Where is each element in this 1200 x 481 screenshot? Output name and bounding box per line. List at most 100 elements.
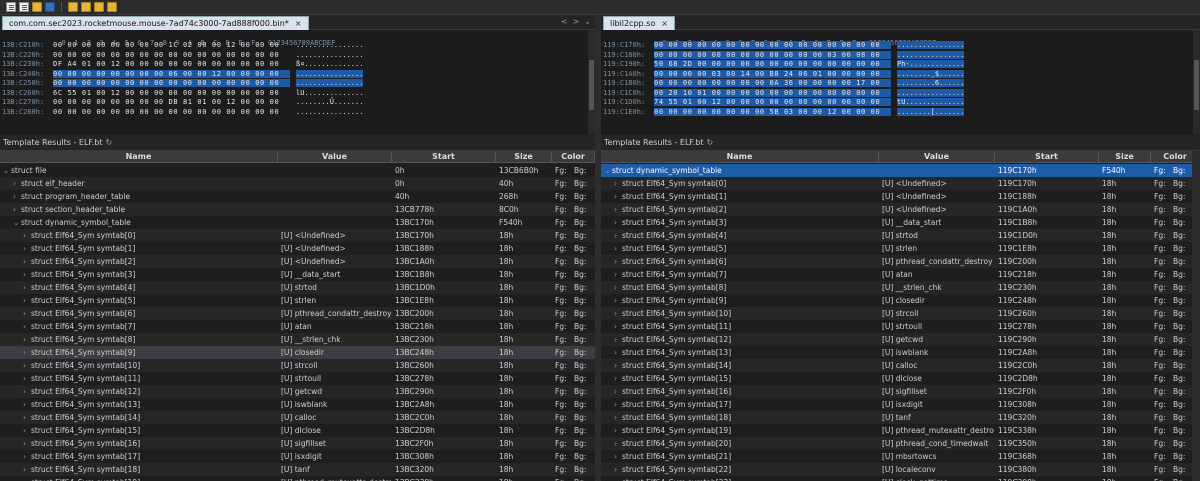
expand-right-icon[interactable]: ›	[13, 177, 21, 190]
tree-row[interactable]: › struct Elf64_Sym symtab[3] [U] __data_st…	[0, 268, 595, 281]
tree-color-bg[interactable]: Bg:	[1173, 281, 1191, 294]
tree-row[interactable]: › struct Elf64_Sym symtab[17] [U] isxdigit…	[0, 450, 595, 463]
hex-row[interactable]: 119:C190h: 50 68 2D 00 00 00 00 00 00 00 …	[601, 60, 1200, 69]
tree-color-bg[interactable]: Bg:	[1173, 424, 1191, 437]
tree-color-bg[interactable]: Bg:	[574, 190, 592, 203]
tree-color-bg[interactable]: Bg:	[574, 320, 592, 333]
tree-color-fg[interactable]: Fg:	[1154, 203, 1172, 216]
tree-row[interactable]: › struct Elf64_Sym symtab[22] [U] localeco…	[601, 463, 1200, 476]
left-file-tab[interactable]: com.com.sec2023.rocketmouse.mouse-7ad74c…	[2, 16, 309, 30]
hex-bytes[interactable]: 00 00 00 00 00 00 00 00 00 00 00 00 00 0…	[53, 79, 290, 87]
expand-right-icon[interactable]: ›	[23, 242, 31, 255]
expand-right-icon[interactable]: ›	[23, 320, 31, 333]
tree-color-bg[interactable]: Bg:	[1173, 385, 1191, 398]
results-scrollbar[interactable]	[1192, 151, 1200, 481]
tree-color-bg[interactable]: Bg:	[574, 437, 592, 450]
tree-color-bg[interactable]: Bg:	[574, 450, 592, 463]
hex-bytes[interactable]: 00 00 00 00 00 00 00 00 5B 03 00 00 12 0…	[654, 107, 891, 116]
hex-row[interactable]: 13B:C220h: 00 00 00 00 00 00 00 00 00 00 …	[0, 51, 595, 60]
tree-row[interactable]: › struct Elf64_Sym symtab[1] [U] <Undefine…	[601, 190, 1200, 203]
hex-bytes[interactable]: 00 00 00 00 03 00 14 00 B8 24 06 01 00 0…	[654, 69, 891, 78]
scroll-thumb[interactable]	[589, 60, 594, 110]
tree-row[interactable]: › struct Elf64_Sym symtab[11] [U] strtoull…	[601, 320, 1200, 333]
tree-color-bg[interactable]: Bg:	[574, 164, 592, 177]
tree-color-bg[interactable]: Bg:	[1173, 320, 1191, 333]
hex-bytes[interactable]: 00 00 00 00 00 00 00 00 0A 36 00 00 00 0…	[654, 79, 891, 87]
expand-right-icon[interactable]: ›	[23, 294, 31, 307]
tree-row[interactable]: › struct Elf64_Sym symtab[18] [U] tanf 13BC…	[0, 463, 595, 476]
tree-color-fg[interactable]: Fg:	[1154, 216, 1172, 229]
hex-ascii[interactable]: ........[.......	[897, 107, 965, 116]
expand-right-icon[interactable]: ›	[614, 190, 622, 203]
hex-ascii[interactable]: Ph-.............	[897, 60, 965, 68]
column-header-size[interactable]: Size	[1099, 151, 1151, 163]
template-results-tree[interactable]: ⌄ struct dynamic_symbol_table 119C170h F540…	[601, 164, 1200, 481]
tree-color-fg[interactable]: Fg:	[555, 216, 573, 229]
tree-color-bg[interactable]: Bg:	[574, 268, 592, 281]
tree-color-fg[interactable]: Fg:	[1154, 242, 1172, 255]
tree-color-fg[interactable]: Fg:	[555, 437, 573, 450]
tree-row[interactable]: › struct Elf64_Sym symtab[12] [U] getcwd 11…	[601, 333, 1200, 346]
tree-color-fg[interactable]: Fg:	[1154, 346, 1172, 359]
expand-right-icon[interactable]: ›	[614, 216, 622, 229]
tree-color-bg[interactable]: Bg:	[1173, 359, 1191, 372]
expand-right-icon[interactable]: ›	[23, 307, 31, 320]
hex-bytes[interactable]: 00 00 00 00 00 00 00 00 1C 02 00 00 12 0…	[53, 41, 290, 49]
tree-color-fg[interactable]: Fg:	[555, 190, 573, 203]
refresh-icon[interactable]: ↻	[707, 138, 714, 147]
tree-color-bg[interactable]: Bg:	[1173, 476, 1191, 481]
tree-row[interactable]: › struct Elf64_Sym symtab[7] [U] atan 119C2…	[601, 268, 1200, 281]
expand-right-icon[interactable]: ›	[614, 203, 622, 216]
tree-row[interactable]: › struct Elf64_Sym symtab[2] [U] <Undefine…	[601, 203, 1200, 216]
tree-row[interactable]: › struct Elf64_Sym symtab[4] [U] strtod 13B…	[0, 281, 595, 294]
expand-right-icon[interactable]: ›	[23, 424, 31, 437]
tree-color-bg[interactable]: Bg:	[1173, 307, 1191, 320]
tree-color-fg[interactable]: Fg:	[555, 177, 573, 190]
tree-color-bg[interactable]: Bg:	[1173, 411, 1191, 424]
tree-color-bg[interactable]: Bg:	[574, 255, 592, 268]
tree-color-bg[interactable]: Bg:	[574, 463, 592, 476]
tree-row[interactable]: › struct program_header_table 40h 268h Fg: Bg…	[0, 190, 595, 203]
chevron-right-icon[interactable]: >	[573, 17, 580, 26]
hex-bytes[interactable]: DF A4 01 00 12 00 00 00 00 00 00 00 00 0…	[53, 60, 290, 68]
expand-right-icon[interactable]: ›	[614, 424, 622, 437]
tree-color-fg[interactable]: Fg:	[555, 229, 573, 242]
tree-color-fg[interactable]: Fg:	[555, 294, 573, 307]
expand-right-icon[interactable]: ›	[614, 294, 622, 307]
tree-color-bg[interactable]: Bg:	[1173, 463, 1191, 476]
tree-row[interactable]: › struct Elf64_Sym symtab[10] [U] strcoll 1…	[601, 307, 1200, 320]
tree-color-fg[interactable]: Fg:	[1154, 333, 1172, 346]
new-template-icon[interactable]	[19, 2, 29, 12]
column-header-value[interactable]: Value	[278, 151, 392, 163]
tree-color-bg[interactable]: Bg:	[1173, 203, 1191, 216]
tree-color-fg[interactable]: Fg:	[555, 333, 573, 346]
tree-row[interactable]: › struct Elf64_Sym symtab[18] [U] tanf 119C…	[601, 411, 1200, 424]
tree-row[interactable]: › struct Elf64_Sym symtab[16] [U] sigfills…	[601, 385, 1200, 398]
hex-ascii[interactable]: ................	[296, 51, 363, 59]
tree-row[interactable]: › struct Elf64_Sym symtab[14] [U] calloc 11…	[601, 359, 1200, 372]
tree-color-fg[interactable]: Fg:	[1154, 372, 1172, 385]
column-header-name[interactable]: Name	[0, 151, 278, 163]
tree-row[interactable]: › struct Elf64_Sym symtab[8] [U] __strlen_…	[601, 281, 1200, 294]
tree-color-fg[interactable]: Fg:	[555, 398, 573, 411]
chevron-left-icon[interactable]: <	[561, 17, 568, 26]
tree-color-fg[interactable]: Fg:	[555, 424, 573, 437]
expand-right-icon[interactable]: ›	[23, 450, 31, 463]
tree-row[interactable]: › struct Elf64_Sym symtab[17] [U] isxdigit…	[601, 398, 1200, 411]
tree-row[interactable]: › struct Elf64_Sym symtab[0] [U] <Undefine…	[601, 177, 1200, 190]
column-header-start[interactable]: Start	[995, 151, 1099, 163]
tree-row[interactable]: ›struct Elf64_Sym symtab[19][U] pthread_…	[601, 424, 1200, 437]
tree-color-bg[interactable]: Bg:	[1173, 229, 1191, 242]
hex-ascii[interactable]: ................	[296, 108, 363, 116]
tree-color-fg[interactable]: Fg:	[555, 203, 573, 216]
tree-color-bg[interactable]: Bg:	[1173, 268, 1191, 281]
expand-right-icon[interactable]: ›	[614, 346, 622, 359]
hex-ascii[interactable]: ................	[296, 41, 363, 49]
hex-bytes[interactable]: 00 00 00 00 00 00 00 00 00 00 00 00 00 0…	[654, 41, 891, 49]
tree-color-bg[interactable]: Bg:	[1173, 346, 1191, 359]
hex-bytes[interactable]: 00 00 00 00 00 00 00 00 DB 81 01 00 12 0…	[53, 98, 290, 106]
expand-right-icon[interactable]: ›	[23, 437, 31, 450]
expand-right-icon[interactable]: ›	[23, 463, 31, 476]
tree-color-fg[interactable]: Fg:	[1154, 463, 1172, 476]
tree-color-fg[interactable]: Fg:	[1154, 190, 1172, 203]
